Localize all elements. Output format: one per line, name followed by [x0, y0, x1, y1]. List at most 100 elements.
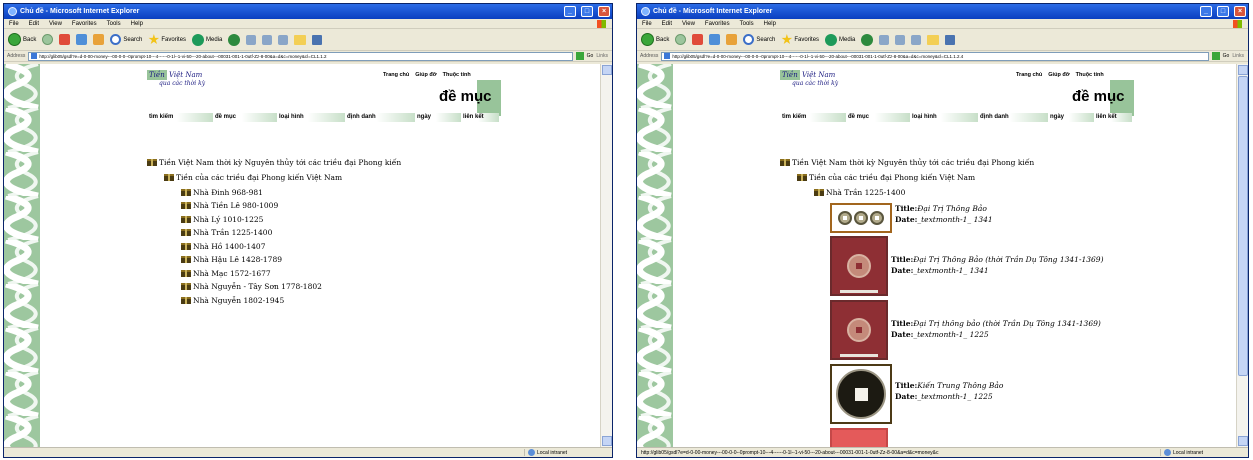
tree-leaf[interactable]: Nhà Tiền Lê 980-1009	[181, 201, 278, 211]
refresh-button[interactable]	[709, 34, 721, 45]
stop-button[interactable]	[59, 34, 71, 45]
forward-button[interactable]	[675, 34, 687, 45]
help-link[interactable]: Giúp đỡ	[415, 72, 436, 78]
menu-help[interactable]: Help	[764, 21, 776, 27]
menu-favorites[interactable]: Favorites	[705, 21, 730, 27]
menu-edit[interactable]: Edit	[662, 21, 672, 27]
nav-subjects[interactable]: đề mục	[213, 113, 277, 122]
menu-tools[interactable]: Tools	[107, 21, 121, 27]
menu-edit[interactable]: Edit	[29, 21, 39, 27]
mail-button[interactable]	[879, 34, 890, 45]
tree-leaf[interactable]: Nhà Lý 1010-1225	[181, 214, 263, 224]
print-button[interactable]	[895, 34, 906, 45]
back-button[interactable]: Back	[8, 33, 36, 46]
address-input[interactable]: http://glib05/gsdl?e=d-0-00-money---00-0…	[28, 51, 573, 61]
scroll-down-arrow-icon[interactable]	[602, 436, 612, 446]
folder-icon[interactable]	[294, 34, 307, 45]
title-bar[interactable]: Chủ đề - Microsoft Internet Explorer _ □…	[4, 4, 612, 19]
preferences-link[interactable]: Thuộc tính	[1076, 72, 1104, 78]
tree-node[interactable]: Tiền Việt Nam thời kỳ Nguyên thủy tới cá…	[780, 157, 1034, 167]
scroll-up-arrow-icon[interactable]	[1238, 65, 1248, 75]
help-link[interactable]: Giúp đỡ	[1048, 72, 1069, 78]
maximize-button[interactable]: □	[1217, 6, 1229, 17]
nav-subjects[interactable]: đề mục	[846, 113, 910, 122]
menu-file[interactable]: File	[9, 21, 19, 27]
home-link[interactable]: Trang chủ	[383, 72, 409, 78]
tree-node[interactable]: Nhà Trần 1225-1400	[814, 187, 905, 197]
tree-leaf[interactable]: Nhà Nguyễn - Tây Sơn 1778-1802	[181, 282, 322, 292]
nav-links[interactable]: liên kết	[461, 113, 499, 122]
site-logo[interactable]: Tiền Việt Nam qua các thời kỳ	[147, 70, 257, 94]
go-button[interactable]: Go	[1223, 53, 1230, 59]
history-button[interactable]	[861, 33, 874, 46]
coin-thumbnail[interactable]	[830, 203, 892, 233]
folder-icon[interactable]	[927, 34, 940, 45]
links-button[interactable]: Links	[1232, 53, 1248, 59]
refresh-button[interactable]	[76, 34, 88, 45]
tree-node[interactable]: Tiền Việt Nam thời kỳ Nguyên thủy tới cá…	[147, 157, 401, 167]
go-arrow-icon[interactable]	[1211, 52, 1220, 60]
scroll-up-arrow-icon[interactable]	[602, 65, 612, 75]
media-button[interactable]: Media	[192, 33, 222, 46]
media-button[interactable]: Media	[825, 33, 855, 46]
tree-node[interactable]: Tiền của các triều đại Phong kiến Việt N…	[164, 172, 342, 182]
go-button[interactable]: Go	[587, 53, 594, 59]
tree-leaf[interactable]: Nhà Đinh 968-981	[181, 187, 263, 197]
scroll-thumb[interactable]	[1238, 76, 1248, 376]
minimize-button[interactable]: _	[564, 6, 576, 17]
home-button[interactable]	[726, 34, 738, 45]
mail-button[interactable]	[246, 34, 257, 45]
nav-links[interactable]: liên kết	[1094, 113, 1132, 122]
nav-search[interactable]: tìm kiếm	[780, 113, 846, 122]
close-button[interactable]: ×	[598, 6, 610, 17]
close-button[interactable]: ×	[1234, 6, 1246, 17]
minimize-button[interactable]: _	[1200, 6, 1212, 17]
edit-button[interactable]	[278, 34, 289, 45]
favorites-button[interactable]: Favorites	[781, 34, 819, 45]
menu-help[interactable]: Help	[131, 21, 143, 27]
links-button[interactable]: Links	[596, 53, 612, 59]
vertical-scrollbar[interactable]	[600, 64, 612, 447]
nav-search[interactable]: tìm kiếm	[147, 113, 213, 122]
nav-types[interactable]: loại hình	[910, 113, 978, 122]
menu-favorites[interactable]: Favorites	[72, 21, 97, 27]
coin-thumbnail[interactable]	[830, 428, 888, 447]
tree-leaf[interactable]: Nhà Hồ 1400-1407	[181, 241, 265, 251]
print-button[interactable]	[262, 34, 273, 45]
site-logo[interactable]: Tiền Việt Nam qua các thời kỳ	[780, 70, 890, 94]
tree-leaf[interactable]: Nhà Trần 1225-1400	[181, 228, 272, 238]
search-button[interactable]: Search	[110, 34, 142, 45]
messenger-button[interactable]	[312, 34, 323, 45]
menu-file[interactable]: File	[642, 21, 652, 27]
nav-identifiers[interactable]: định danh	[345, 113, 415, 122]
coin-thumbnail[interactable]	[830, 300, 888, 360]
nav-types[interactable]: loại hình	[277, 113, 345, 122]
stop-button[interactable]	[692, 34, 704, 45]
nav-dates[interactable]: ngày	[1048, 113, 1094, 122]
tree-leaf[interactable]: Nhà Mạc 1572-1677	[181, 268, 271, 278]
edit-button[interactable]	[911, 34, 922, 45]
coin-thumbnail[interactable]	[830, 236, 888, 296]
menu-view[interactable]: View	[682, 21, 695, 27]
tree-leaf[interactable]: Nhà Hậu Lê 1428-1789	[181, 255, 282, 265]
forward-button[interactable]	[42, 34, 54, 45]
preferences-link[interactable]: Thuộc tính	[443, 72, 471, 78]
messenger-button[interactable]	[945, 34, 956, 45]
home-button[interactable]	[93, 34, 105, 45]
title-bar[interactable]: Chủ đề - Microsoft Internet Explorer _ □…	[637, 4, 1248, 19]
coin-thumbnail[interactable]	[830, 364, 892, 424]
search-button[interactable]: Search	[743, 34, 775, 45]
nav-identifiers[interactable]: định danh	[978, 113, 1048, 122]
go-arrow-icon[interactable]	[575, 52, 584, 60]
favorites-button[interactable]: Favorites	[148, 34, 186, 45]
nav-dates[interactable]: ngày	[415, 113, 461, 122]
history-button[interactable]	[228, 33, 241, 46]
vertical-scrollbar[interactable]	[1236, 64, 1248, 447]
back-button[interactable]: Back	[641, 33, 669, 46]
scroll-down-arrow-icon[interactable]	[1238, 436, 1248, 446]
tree-leaf[interactable]: Nhà Nguyễn 1802-1945	[181, 295, 284, 305]
tree-node[interactable]: Tiền của các triều đại Phong kiến Việt N…	[797, 172, 975, 182]
home-link[interactable]: Trang chủ	[1016, 72, 1042, 78]
menu-tools[interactable]: Tools	[740, 21, 754, 27]
menu-view[interactable]: View	[49, 21, 62, 27]
